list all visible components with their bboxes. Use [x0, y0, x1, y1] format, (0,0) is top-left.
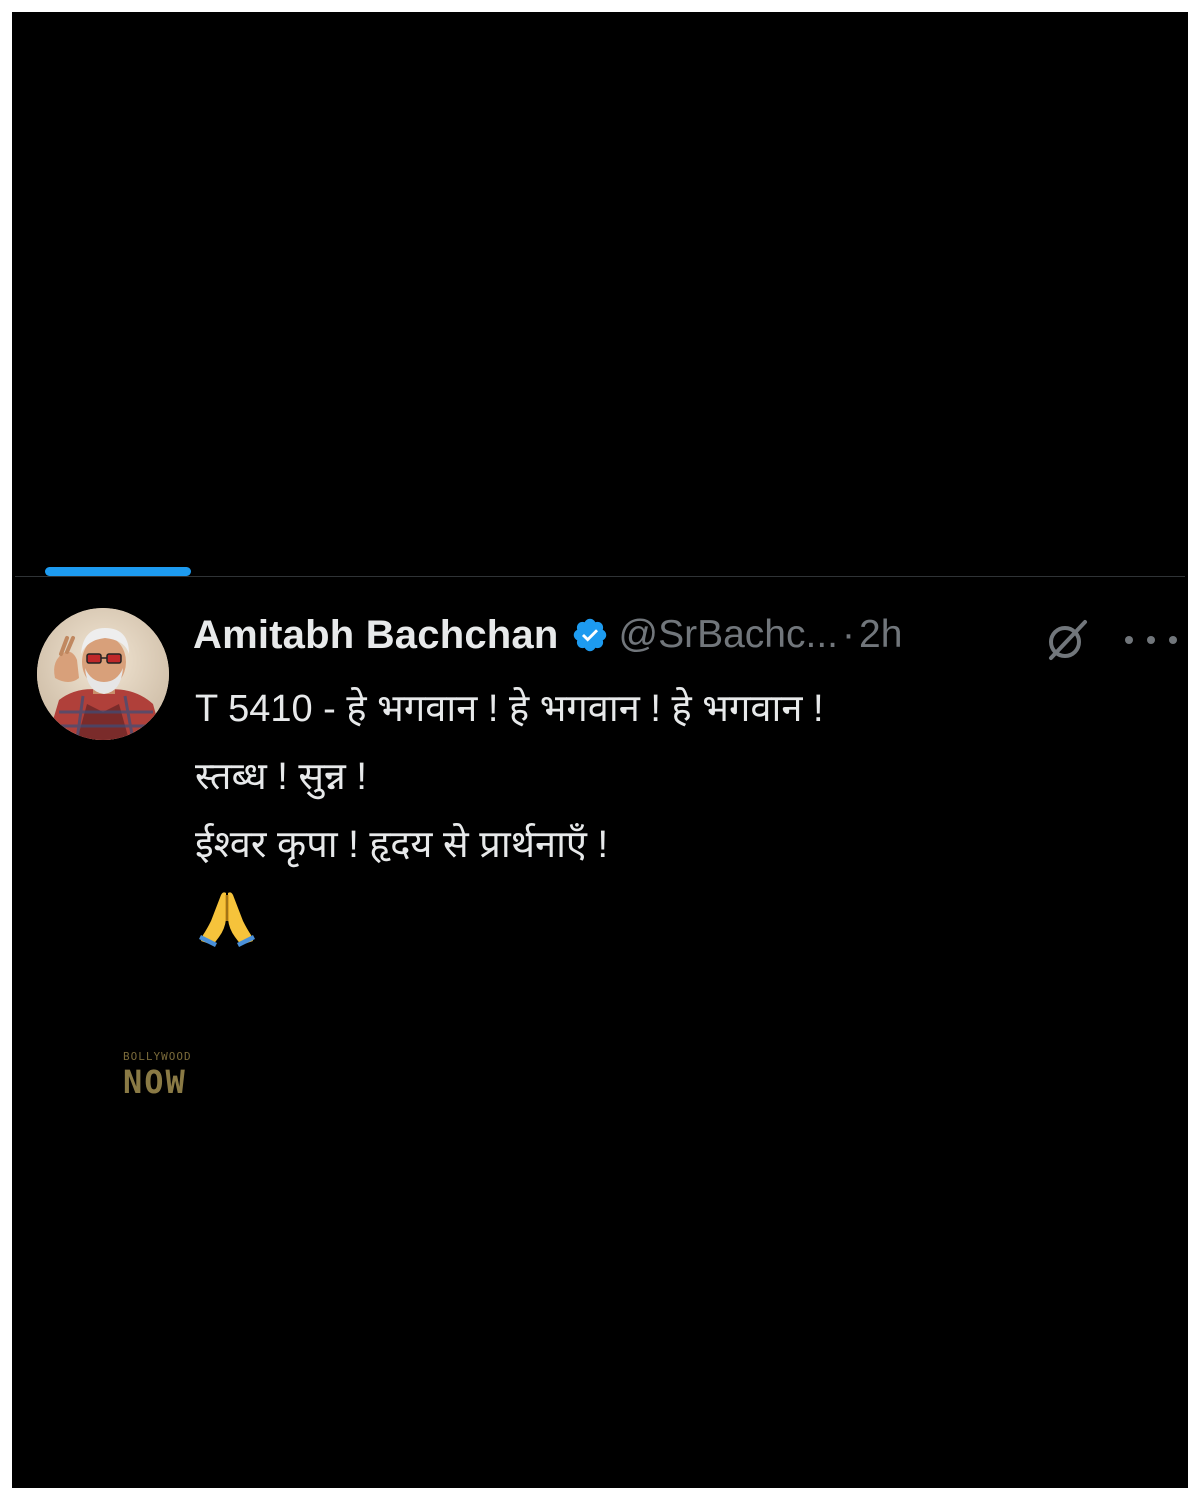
tweet-line: ईश्वर कृपा ! हृदय से प्रार्थनाएँ ! — [195, 824, 609, 866]
header-divider — [15, 576, 1185, 577]
tweet-screen: Amitabh Bachchan @SrBachc... · 2h T 5410… — [12, 12, 1188, 1488]
grok-icon[interactable] — [1045, 618, 1089, 662]
tweet-text: T 5410 - हे भगवान ! हे भगवान ! हे भगवान … — [195, 675, 1175, 949]
more-options-icon[interactable] — [1125, 627, 1177, 653]
folded-hands-emoji — [199, 892, 255, 947]
verified-badge-icon — [573, 618, 606, 652]
tweet-line: स्तब्ध ! सुन्न ! — [195, 756, 367, 798]
tweet-header: Amitabh Bachchan @SrBachc... · 2h — [193, 605, 1183, 665]
display-name[interactable]: Amitabh Bachchan — [193, 613, 559, 658]
user-handle[interactable]: @SrBachc... — [619, 613, 839, 657]
watermark-top: BOLLYWOOD — [123, 1050, 192, 1063]
more-dot — [1147, 636, 1155, 644]
watermark-logo: BOLLYWOOD NOW — [123, 1051, 243, 1103]
timestamp[interactable]: 2h — [859, 613, 902, 657]
watermark-main: NOW — [123, 1063, 187, 1101]
active-tab-indicator — [45, 567, 191, 576]
more-dot — [1125, 636, 1133, 644]
tweet-line: T 5410 - हे भगवान ! हे भगवान ! हे भगवान … — [195, 688, 824, 730]
separator-dot: · — [842, 613, 855, 656]
profile-avatar-image — [37, 608, 169, 740]
avatar[interactable] — [37, 608, 169, 740]
screenshot-frame: Amitabh Bachchan @SrBachc... · 2h T 5410… — [0, 0, 1200, 1500]
more-dot — [1169, 636, 1177, 644]
